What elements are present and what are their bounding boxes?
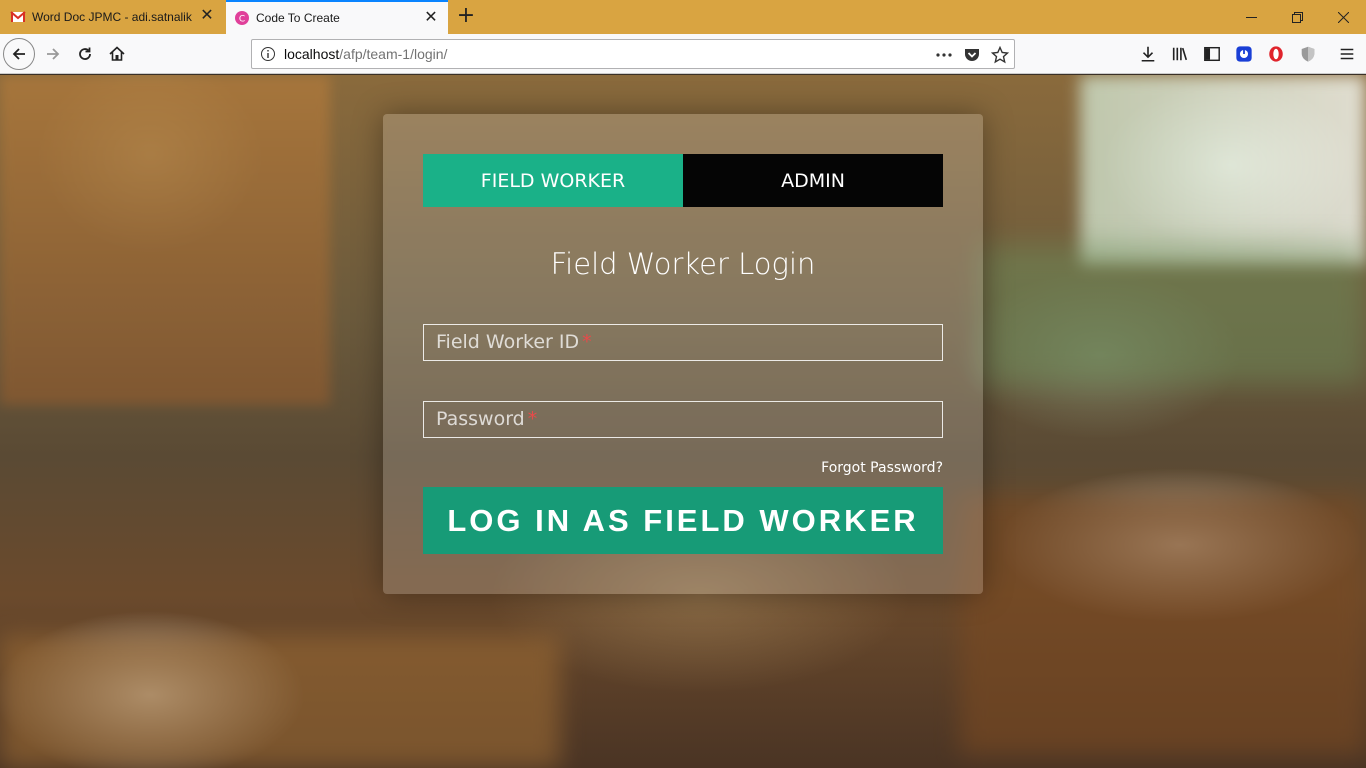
page-title: Field Worker Login — [550, 247, 816, 281]
sidebar-icon[interactable] — [1202, 44, 1222, 64]
pocket-icon[interactable] — [963, 46, 981, 64]
gmail-icon — [10, 11, 26, 22]
svg-text:C: C — [239, 15, 245, 25]
download-icon[interactable] — [1138, 44, 1158, 64]
opera-icon[interactable] — [1266, 44, 1286, 64]
library-icon[interactable] — [1170, 44, 1190, 64]
forgot-password-link[interactable]: Forgot Password? — [821, 460, 943, 476]
background-photo-region — [1080, 75, 1366, 265]
background-photo-region — [0, 75, 330, 405]
restore-icon[interactable] — [1274, 0, 1320, 34]
placeholder-text: Field Worker ID — [436, 331, 580, 353]
minimize-icon[interactable] — [1228, 0, 1274, 34]
home-icon — [109, 46, 125, 61]
tab-admin[interactable]: ADMIN — [683, 154, 943, 207]
new-tab-plus-icon[interactable]: + — [455, 5, 477, 28]
browser-tab-code-to-create[interactable]: C Code To Create ✕ — [226, 0, 448, 34]
tab-field-worker[interactable]: FIELD WORKER — [423, 154, 683, 207]
reload-button[interactable] — [69, 38, 101, 70]
reload-icon — [79, 47, 91, 60]
menu-icon[interactable] — [1337, 44, 1357, 64]
url-host: localhost — [284, 46, 340, 62]
browser-titlebar: Word Doc JPMC - adi.satnalika ✕ C Code T… — [0, 0, 1366, 34]
background-photo-region — [0, 635, 560, 768]
extension-icon[interactable] — [1234, 44, 1254, 64]
password-input[interactable]: Password * — [423, 401, 943, 438]
browser-tab-gmail[interactable]: Word Doc JPMC - adi.satnalika ✕ — [0, 0, 224, 34]
forward-button[interactable] — [37, 38, 69, 70]
background-photo-region — [980, 245, 1366, 385]
field-worker-id-input[interactable]: Field Worker ID * — [423, 324, 943, 361]
placeholder-text: Password — [436, 408, 525, 430]
required-asterisk: * — [582, 331, 592, 353]
back-arrow-icon — [12, 48, 25, 60]
home-button[interactable] — [101, 38, 133, 70]
password-placeholder: Password * — [436, 408, 537, 430]
tab-title: Word Doc JPMC - adi.satnalika — [32, 10, 192, 24]
forward-arrow-icon — [47, 48, 60, 60]
more-icon[interactable] — [935, 46, 953, 64]
info-icon[interactable] — [260, 46, 276, 62]
codetocreate-icon: C — [235, 11, 249, 25]
close-icon[interactable]: ✕ — [200, 8, 214, 24]
url-path: /afp/team-1/login/ — [339, 46, 448, 62]
browser-navbar: localhost/afp/team-1/login/ — [0, 34, 1366, 74]
close-icon[interactable]: ✕ — [424, 10, 438, 26]
close-window-icon[interactable] — [1320, 0, 1366, 34]
back-button[interactable] — [3, 38, 35, 70]
login-tabs: FIELD WORKER ADMIN — [423, 154, 943, 207]
required-asterisk: * — [527, 408, 538, 430]
tab-title: Code To Create — [256, 11, 340, 25]
background-photo-region — [960, 495, 1366, 755]
page-background: FIELD WORKER ADMIN Field Worker Login Fi… — [0, 75, 1366, 768]
url-text[interactable]: localhost/afp/team-1/login/ — [284, 46, 447, 62]
url-bar[interactable]: localhost/afp/team-1/login/ — [251, 39, 1015, 69]
login-card: FIELD WORKER ADMIN Field Worker Login Fi… — [383, 114, 983, 594]
star-icon[interactable] — [991, 46, 1009, 64]
field-worker-id-placeholder: Field Worker ID * — [436, 331, 592, 353]
login-button[interactable]: LOG IN AS FIELD WORKER — [423, 487, 943, 554]
shield-icon[interactable] — [1298, 44, 1318, 64]
